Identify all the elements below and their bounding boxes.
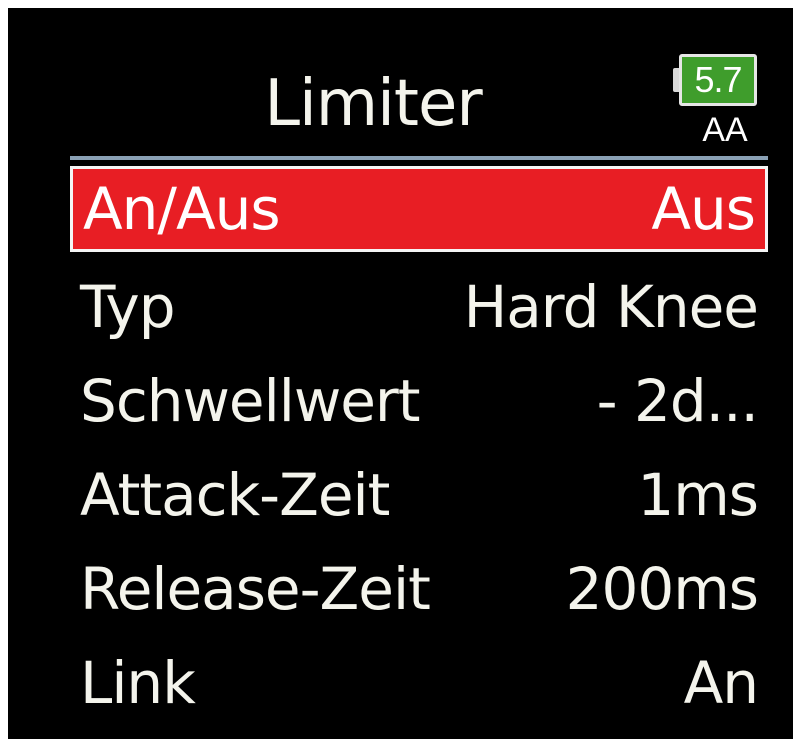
device-screen: Limiter 5.7 AA An/Aus Aus Typ Hard Knee … [8,8,793,739]
menu-item-on-off[interactable]: An/Aus Aus [70,166,768,252]
menu-item-label: Typ [80,273,176,341]
menu-item-label: Link [80,649,196,717]
limiter-menu: An/Aus Aus Typ Hard Knee Schwellwert - 2… [70,166,768,730]
title-divider [70,156,768,160]
menu-item-attack-time[interactable]: Attack-Zeit 1ms [70,448,768,542]
battery-indicator: 5.7 AA [673,54,765,158]
menu-item-label: Release-Zeit [80,555,431,623]
menu-item-value: 1ms [637,461,759,529]
menu-item-type[interactable]: Typ Hard Knee [70,260,768,354]
menu-item-value: Hard Knee [463,273,759,341]
battery-type-label: AA [702,111,748,149]
menu-item-value: Aus [651,175,756,243]
menu-item-value: 200ms [565,555,759,623]
battery-voltage: 5.7 [694,59,742,100]
page-title: Limiter [264,67,482,141]
menu-item-release-time[interactable]: Release-Zeit 200ms [70,542,768,636]
menu-item-label: An/Aus [83,175,281,243]
menu-item-link[interactable]: Link An [70,636,768,730]
menu-item-value: An [683,649,759,717]
menu-item-threshold[interactable]: Schwellwert - 2d... [70,354,768,448]
menu-item-value: - 2d... [596,367,759,435]
menu-item-label: Attack-Zeit [80,461,390,529]
menu-item-label: Schwellwert [80,367,421,435]
